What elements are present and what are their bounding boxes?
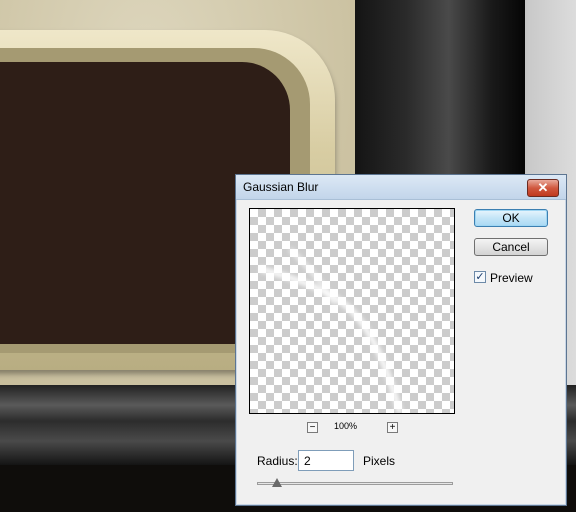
zoom-level: 100% [334, 421, 358, 431]
ok-button[interactable]: OK [474, 209, 548, 227]
zoom-in-button[interactable]: + [387, 422, 398, 433]
preview-checkbox[interactable]: ✓ [474, 271, 486, 283]
filter-preview-pane[interactable] [249, 208, 455, 414]
blurred-stroke-preview [259, 247, 403, 413]
radius-slider-thumb[interactable] [271, 478, 282, 487]
gaussian-blur-dialog: Gaussian Blur ✕ − 100% + OK Cancel ✓ Pre… [235, 174, 567, 506]
plus-icon: + [389, 422, 396, 433]
preview-checkbox-label[interactable]: Preview [490, 271, 533, 285]
minus-icon: − [309, 422, 316, 433]
close-icon: ✕ [537, 180, 549, 195]
radius-input[interactable] [298, 450, 354, 471]
radius-label: Radius: [257, 454, 298, 468]
close-button[interactable]: ✕ [527, 179, 559, 197]
units-label: Pixels [363, 454, 396, 468]
cancel-button[interactable]: Cancel [474, 238, 548, 256]
zoom-out-button[interactable]: − [307, 422, 318, 433]
radius-slider-track[interactable] [257, 482, 453, 485]
dialog-title: Gaussian Blur [243, 180, 319, 194]
checkmark-icon: ✓ [475, 271, 485, 283]
dialog-titlebar[interactable]: Gaussian Blur ✕ [236, 175, 566, 200]
